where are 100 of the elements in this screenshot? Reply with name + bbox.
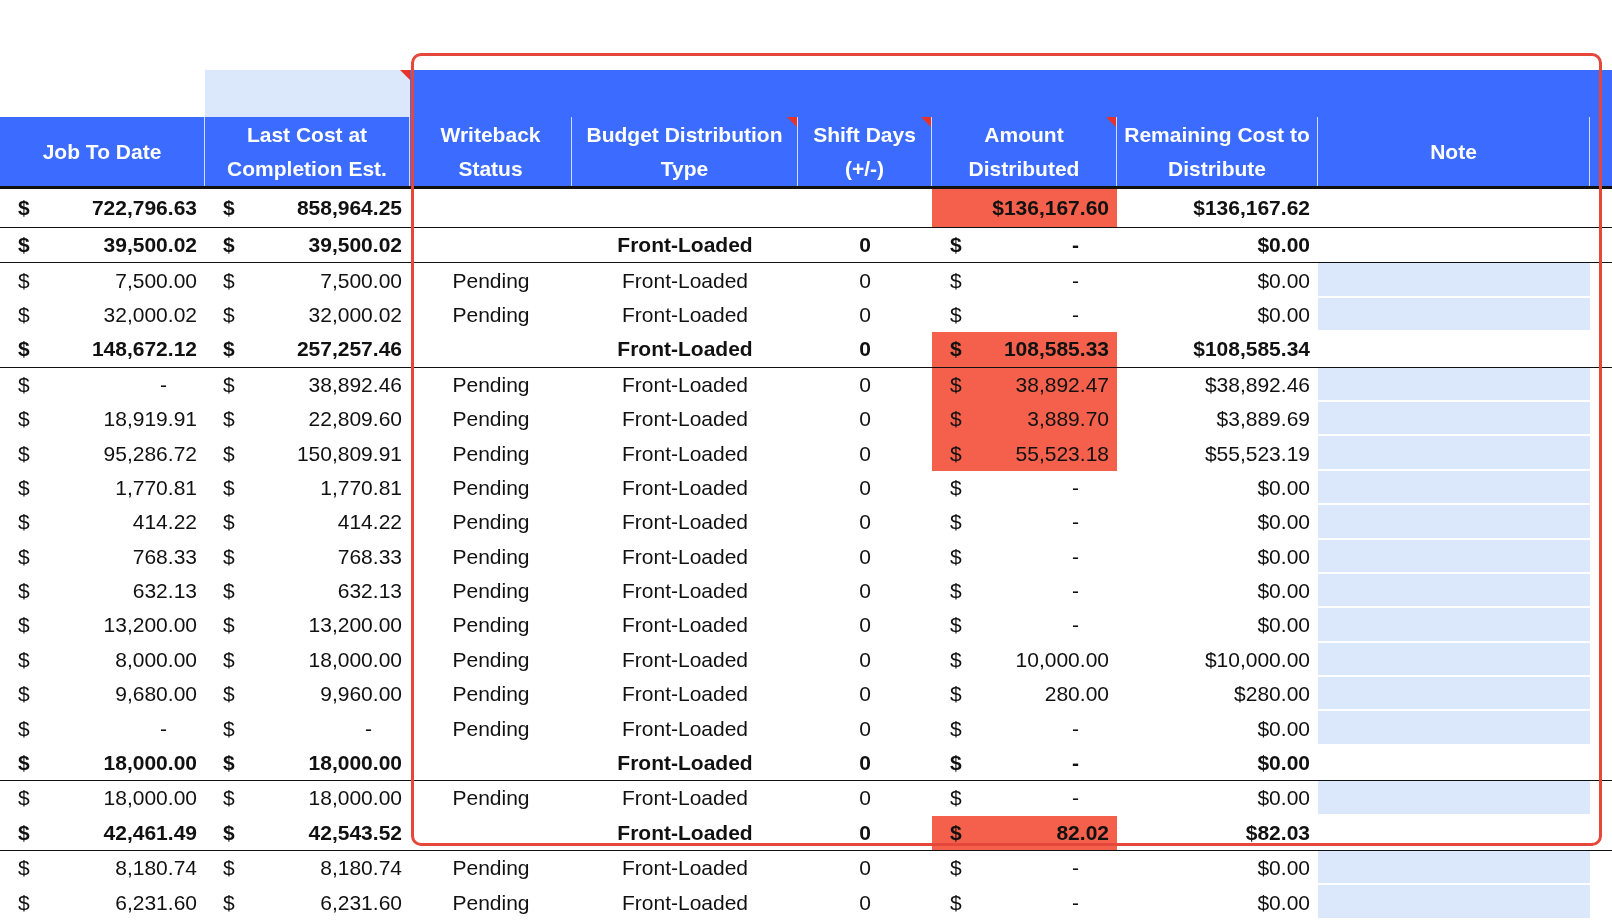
distribution-type-text: Front-Loaded (621, 302, 749, 327)
cell-value: - (1072, 613, 1080, 638)
note-input-cell[interactable] (1318, 677, 1590, 712)
note-input-cell[interactable] (1318, 505, 1590, 540)
shift-days-value: 0 (859, 337, 871, 362)
distribution-type-text: Front-Loaded (621, 856, 749, 881)
currency-sign: $ (18, 786, 30, 811)
cell-value: 13,200.00 (103, 613, 197, 638)
distribution-type-text: Front-Loaded (617, 233, 753, 258)
shift-days-value: 0 (859, 890, 871, 915)
cell-value: 39,500.02 (103, 233, 197, 258)
shift-days-value: 0 (859, 268, 871, 293)
status-text: Pending (452, 544, 530, 569)
note-input-cell[interactable] (1318, 885, 1590, 920)
currency-sign: $ (18, 613, 30, 638)
cell-value: 8,180.74 (115, 856, 197, 881)
shift-days-value: 0 (859, 613, 871, 638)
remaining-cost-value: $0.00 (1257, 268, 1310, 293)
currency-sign: $ (950, 302, 962, 327)
distribution-type-text: Front-Loaded (621, 475, 749, 500)
currency-sign: $ (18, 751, 30, 776)
cell-value: - (1072, 544, 1080, 569)
cell-value: - (1072, 268, 1080, 293)
note-input-cell[interactable] (1318, 539, 1590, 574)
column-header: Shift Days (+/-) (798, 117, 932, 186)
currency-sign: $ (223, 647, 235, 672)
currency-sign: $ (18, 268, 30, 293)
cell-value: 414.22 (132, 510, 197, 535)
currency-sign: $ (950, 544, 962, 569)
currency-sign: $ (223, 579, 235, 604)
status-text: Pending (452, 475, 530, 500)
distribution-type-text: Front-Loaded (621, 647, 749, 672)
currency-sign: $ (18, 716, 30, 741)
note-input-cell[interactable] (1318, 263, 1590, 298)
status-text: Pending (452, 510, 530, 535)
shift-days-value: 0 (859, 682, 871, 707)
cell-value: 9,680.00 (115, 682, 197, 707)
currency-sign: $ (18, 682, 30, 707)
remaining-cost-value: $136,167.62 (1193, 196, 1310, 220)
currency-sign: $ (223, 372, 235, 397)
remaining-cost-value: $0.00 (1257, 751, 1310, 776)
cell-value: 768.33 (132, 544, 197, 569)
remaining-cost-value: $82.03 (1245, 820, 1310, 845)
cell-value: 18,000.00 (103, 751, 197, 776)
cell-value: 7,500.00 (115, 268, 197, 293)
cell-value: 13,200.00 (308, 613, 402, 638)
status-text: Pending (452, 647, 530, 672)
cell-value: 148,672.12 (91, 337, 197, 362)
currency-sign: $ (223, 613, 235, 638)
cell-value: 10,000.00 (1015, 647, 1109, 672)
cell-value: 1,770.81 (115, 475, 197, 500)
cell-value: - (1072, 716, 1080, 741)
note-input-cell[interactable] (1318, 711, 1590, 746)
currency-sign: $ (950, 856, 962, 881)
cell-value: 18,919.91 (103, 407, 197, 432)
currency-sign: $ (223, 856, 235, 881)
currency-sign: $ (223, 890, 235, 915)
cell-value: 3,889.70 (1027, 407, 1109, 432)
note-input-cell[interactable] (1318, 781, 1590, 816)
note-input-cell[interactable] (1318, 470, 1590, 506)
currency-sign: $ (223, 268, 235, 293)
cell-value: 7,500.00 (320, 268, 402, 293)
status-text: Pending (452, 716, 530, 741)
distribution-type-text: Front-Loaded (621, 268, 749, 293)
note-input-cell[interactable] (1318, 297, 1590, 333)
cell-value: 18,000.00 (308, 786, 402, 811)
note-input-cell[interactable] (1318, 642, 1590, 678)
currency-sign: $ (223, 820, 235, 845)
shift-days-value: 0 (859, 441, 871, 466)
currency-sign: $ (223, 786, 235, 811)
cell-value: 150,809.91 (296, 441, 402, 466)
currency-sign: $ (950, 890, 962, 915)
currency-sign: $ (18, 441, 30, 466)
currency-sign: $ (950, 613, 962, 638)
column-header: Last Cost at Completion Est. (205, 117, 410, 186)
note-input-cell[interactable] (1318, 401, 1590, 437)
cell-value: 82.02 (1056, 820, 1109, 845)
status-text: Pending (452, 786, 530, 811)
cell-value: - (1072, 786, 1080, 811)
currency-sign: $ (950, 372, 962, 397)
currency-sign: $ (223, 407, 235, 432)
currency-sign: $ (950, 647, 962, 672)
currency-sign: $ (18, 196, 30, 220)
cell-value: 8,180.74 (320, 856, 402, 881)
note-input-cell[interactable] (1318, 573, 1590, 609)
remaining-cost-value: $0.00 (1257, 510, 1310, 535)
column-header: Writeback Status (410, 117, 572, 186)
note-input-cell[interactable] (1318, 851, 1590, 886)
currency-sign: $ (223, 716, 235, 741)
shift-days-value: 0 (859, 786, 871, 811)
currency-sign: $ (223, 544, 235, 569)
currency-sign: $ (18, 233, 30, 258)
remaining-cost-value: $0.00 (1257, 475, 1310, 500)
cell-value: 55,523.18 (1015, 441, 1109, 466)
note-input-cell[interactable] (1318, 608, 1590, 643)
note-input-cell[interactable] (1318, 436, 1590, 471)
remaining-cost-value: $0.00 (1257, 856, 1310, 881)
note-input-cell[interactable] (1318, 367, 1590, 402)
shift-days-value: 0 (859, 302, 871, 327)
distribution-type-text: Front-Loaded (621, 372, 749, 397)
